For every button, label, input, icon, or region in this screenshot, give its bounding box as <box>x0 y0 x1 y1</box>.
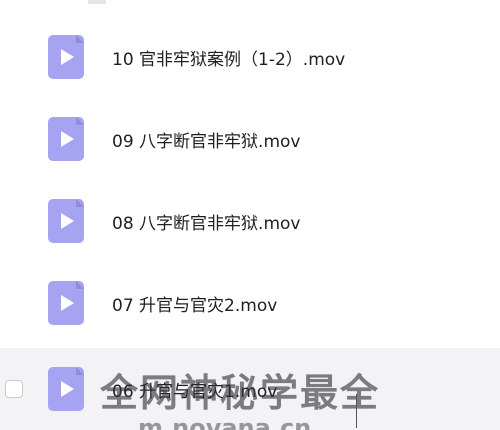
file-name[interactable]: 09 八字断官非牢狱.mov <box>112 127 300 152</box>
file-row[interactable]: 08 八字断官非牢狱.mov <box>0 180 500 262</box>
row-checkbox[interactable] <box>5 380 23 398</box>
file-row[interactable]: 09 八字断官非牢狱.mov <box>0 98 500 180</box>
file-name[interactable]: 06 升官与官灾1.mov <box>112 377 277 402</box>
play-video-icon <box>48 367 84 411</box>
previous-row-edge <box>88 0 106 4</box>
file-name[interactable]: 10 官非牢狱案例（1-2）.mov <box>112 45 345 70</box>
file-name[interactable]: 07 升官与官灾2.mov <box>112 291 277 316</box>
file-list: 10 官非牢狱案例（1-2）.mov 09 八字断官非牢狱.mov 08 八字断… <box>0 0 500 430</box>
file-row[interactable]: 07 升官与官灾2.mov <box>0 262 500 344</box>
play-video-icon <box>48 117 84 161</box>
play-video-icon <box>48 281 84 325</box>
play-video-icon <box>48 199 84 243</box>
text-caret <box>356 394 357 428</box>
file-row[interactable]: 10 官非牢狱案例（1-2）.mov <box>0 16 500 98</box>
file-name[interactable]: 08 八字断官非牢狱.mov <box>112 209 300 234</box>
file-row-hovered[interactable]: 06 升官与官灾1.mov <box>0 348 500 430</box>
play-video-icon <box>48 35 84 79</box>
